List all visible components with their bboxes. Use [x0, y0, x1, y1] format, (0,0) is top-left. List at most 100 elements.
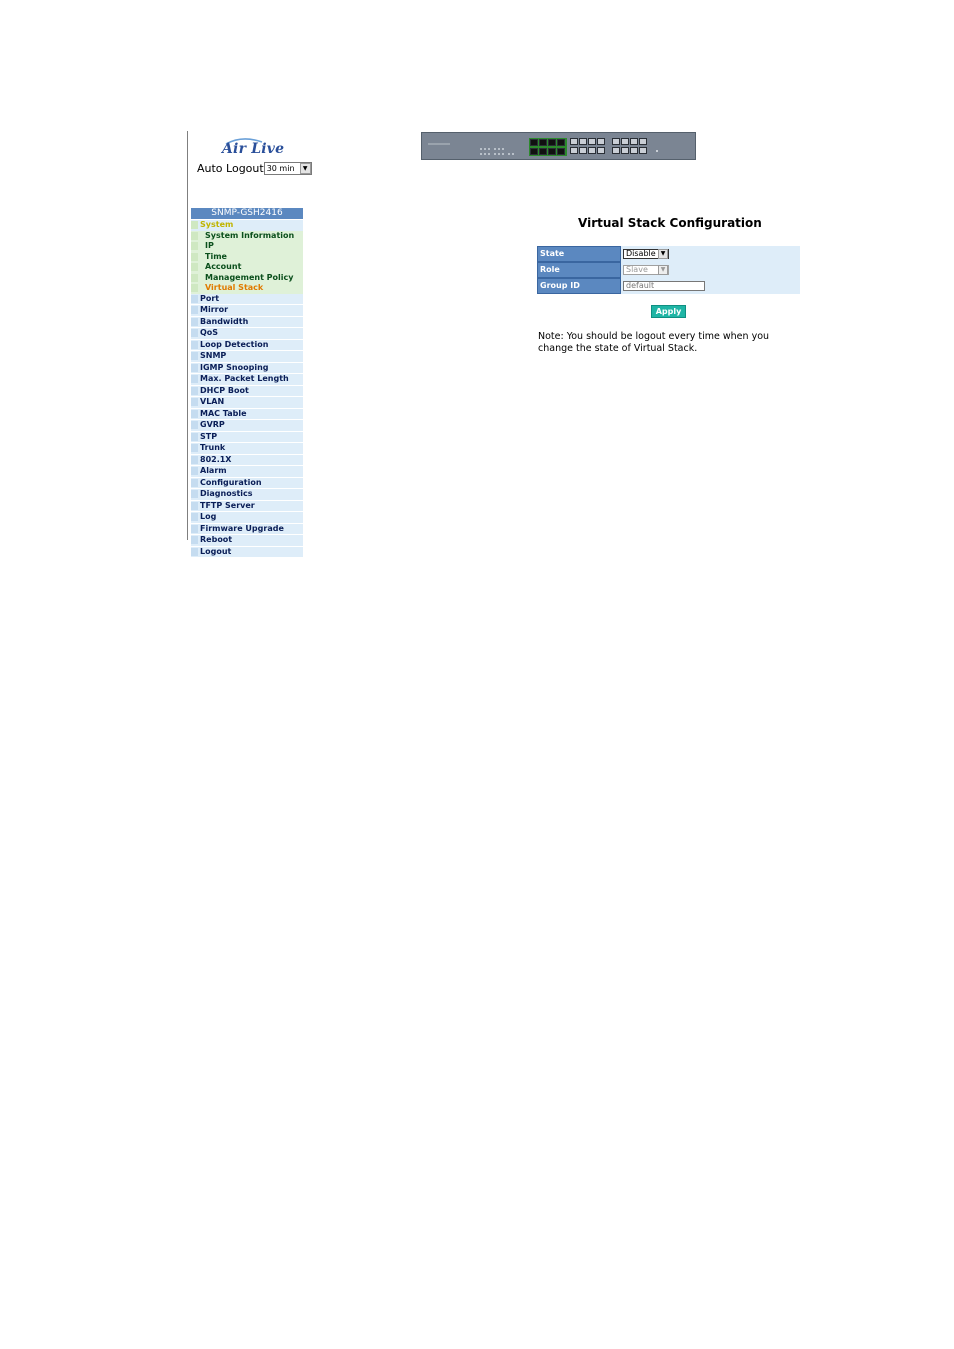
sidebar-item-mirror[interactable]: Mirror [191, 305, 303, 317]
menu-bullet-icon [191, 284, 198, 293]
menu-bullet-icon [191, 375, 198, 384]
page-title: Virtual Stack Configuration [578, 216, 762, 230]
sidebar-item-account[interactable]: Account [191, 262, 303, 273]
menu-bullet-icon [191, 478, 198, 487]
sidebar-item-log[interactable]: Log [191, 512, 303, 524]
auto-logout-value: 30 min [266, 163, 295, 173]
sidebar-item-label: Diagnostics [200, 489, 253, 499]
sidebar-item-igmp-snooping[interactable]: IGMP Snooping [191, 362, 303, 374]
sidebar-item-label: Mirror [200, 305, 229, 315]
sidebar-item-gvrp[interactable]: GVRP [191, 420, 303, 432]
sidebar-item-management-policy[interactable]: Management Policy [191, 272, 303, 283]
menu-bullet-icon [191, 432, 198, 441]
sidebar-item-port[interactable]: Port [191, 293, 303, 305]
ports-group-3 [612, 138, 648, 154]
sidebar-item-system-information[interactable]: System Information [191, 230, 303, 241]
sidebar-item-tftp-server[interactable]: TFTP Server [191, 500, 303, 512]
sidebar-item-label: System [200, 220, 234, 230]
sidebar-header: SNMP-GSH2416 [191, 208, 303, 219]
dropdown-arrow-icon: ▼ [299, 162, 311, 174]
menu-bullet-icon [191, 421, 198, 430]
sidebar-item-alarm[interactable]: Alarm [191, 466, 303, 478]
menu-bullet-icon [191, 467, 198, 476]
sidebar-item-label: Bandwidth [200, 316, 249, 326]
menu-bullet-icon [191, 273, 198, 282]
sidebar-item-label: Logout [200, 546, 232, 556]
menu-bullet-icon [191, 490, 198, 499]
logo-text: Air Live [222, 141, 285, 157]
sidebar-item-logout[interactable]: Logout [191, 546, 303, 558]
sidebar-item-diagnostics[interactable]: Diagnostics [191, 489, 303, 501]
menu-bullet-icon [191, 329, 198, 338]
menu-bullet-icon [191, 524, 198, 533]
sidebar-item-label: MAC Table [200, 408, 247, 418]
state-select[interactable]: Disable ▼ [623, 248, 669, 259]
sidebar-item-reboot[interactable]: Reboot [191, 535, 303, 547]
sidebar-item-label: 802.1X [200, 454, 232, 464]
sidebar-item-label: QoS [200, 328, 219, 338]
sidebar-item-label: DHCP Boot [200, 385, 249, 395]
sidebar-item-label: Account [205, 262, 242, 272]
auto-logout-select[interactable]: 30 min ▼ [263, 161, 312, 175]
sidebar-item-label: Max. Packet Length [200, 374, 289, 384]
sidebar-item-label: Alarm [200, 466, 227, 476]
panel-brand-mark [428, 143, 450, 145]
switch-panel-image [421, 132, 696, 160]
sidebar-item-dhcp-boot[interactable]: DHCP Boot [191, 385, 303, 397]
sidebar-item-system[interactable]: System [191, 220, 303, 231]
sidebar-item-label: Configuration [200, 477, 262, 487]
sidebar-item-label: GVRP [200, 420, 225, 430]
menu-bullet-icon [191, 363, 198, 372]
sidebar-item-label: IGMP Snooping [200, 362, 269, 372]
sidebar-item-802-1x[interactable]: 802.1X [191, 454, 303, 466]
sidebar-item-label: STP [200, 431, 218, 441]
sidebar-item-snmp[interactable]: SNMP [191, 351, 303, 363]
menu-bullet-icon [191, 294, 198, 303]
menu-bullet-icon [191, 536, 198, 545]
sidebar-item-label: TFTP Server [200, 500, 255, 510]
menu-bullet-icon [191, 547, 198, 556]
role-select[interactable]: Slave ▼ [623, 264, 669, 275]
airlive-logo: Air Live [222, 137, 288, 161]
sidebar-item-label: Port [200, 293, 220, 303]
sidebar-item-stp[interactable]: STP [191, 431, 303, 443]
sidebar-item-max-packet-length[interactable]: Max. Packet Length [191, 374, 303, 386]
sidebar-item-trunk[interactable]: Trunk [191, 443, 303, 455]
group-id-label: Group ID [537, 278, 621, 294]
menu-bullet-icon [191, 231, 198, 240]
sidebar-item-firmware-upgrade[interactable]: Firmware Upgrade [191, 523, 303, 535]
ports-group-2 [570, 138, 606, 154]
sidebar-item-label: Firmware Upgrade [200, 523, 284, 533]
dropdown-arrow-icon: ▼ [658, 248, 668, 259]
sidebar-item-bandwidth[interactable]: Bandwidth [191, 316, 303, 328]
sidebar-item-loop-detection[interactable]: Loop Detection [191, 339, 303, 351]
config-table: State Disable ▼ Role Slave ▼ Group ID de… [537, 246, 800, 294]
menu-bullet-icon [191, 455, 198, 464]
menu-bullet-icon [191, 386, 198, 395]
sidebar-item-virtual-stack[interactable]: Virtual Stack [191, 283, 303, 294]
sidebar-item-vlan[interactable]: VLAN [191, 397, 303, 409]
sidebar-item-label: Loop Detection [200, 339, 269, 349]
sidebar-item-time[interactable]: Time [191, 251, 303, 262]
panel-led [656, 150, 658, 152]
role-label: Role [537, 262, 621, 278]
state-row: State Disable ▼ [537, 246, 800, 262]
sidebar-menu: SNMP-GSH2416 System System Information IP T… [191, 208, 303, 558]
menu-bullet-icon [191, 409, 198, 418]
menu-bullet-icon [191, 242, 198, 251]
sidebar-item-mac-table[interactable]: MAC Table [191, 408, 303, 420]
menu-bullet-icon [191, 252, 198, 261]
menu-bullet-icon [191, 317, 198, 326]
sidebar-item-label: Trunk [200, 443, 226, 453]
group-id-input[interactable]: default [623, 280, 705, 291]
menu-bullet-icon [191, 352, 198, 361]
apply-button[interactable]: Apply [651, 305, 686, 318]
sidebar-item-label: Time [205, 251, 227, 261]
role-row: Role Slave ▼ [537, 262, 800, 278]
menu-bullet-icon [191, 501, 198, 510]
menu-bullet-icon [191, 513, 198, 522]
sidebar-item-ip[interactable]: IP [191, 241, 303, 252]
auto-logout: Auto Logout 30 min ▼ [197, 161, 312, 175]
sidebar-item-qos[interactable]: QoS [191, 328, 303, 340]
sidebar-item-configuration[interactable]: Configuration [191, 477, 303, 489]
